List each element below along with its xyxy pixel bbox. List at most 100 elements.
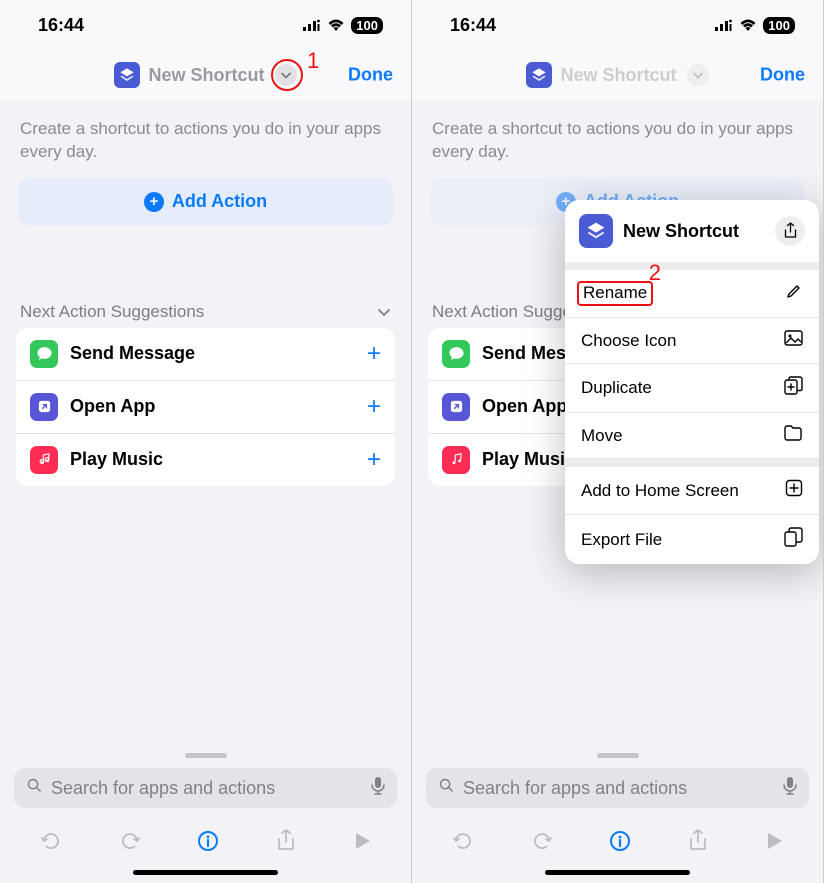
mic-icon[interactable] xyxy=(371,776,385,800)
bottom-sheet: Search for apps and actions xyxy=(0,753,411,883)
undo-button[interactable] xyxy=(451,829,475,853)
grabber-icon[interactable] xyxy=(597,753,639,758)
open-app-icon xyxy=(30,393,58,421)
phone-right: 16:44 100 New Shortcut Done Create a sho… xyxy=(412,0,824,883)
nav-bar: New Shortcut Done xyxy=(0,50,411,100)
callout-box-2: Rename xyxy=(577,281,653,306)
search-placeholder: Search for apps and actions xyxy=(463,778,687,799)
chevron-down-icon[interactable] xyxy=(275,64,297,86)
helper-text: Create a shortcut to actions you do in y… xyxy=(412,100,823,178)
home-indicator[interactable] xyxy=(545,870,690,875)
mic-icon[interactable] xyxy=(783,776,797,800)
chevron-down-icon xyxy=(377,302,391,322)
menu-home-screen[interactable]: Add to Home Screen xyxy=(565,467,819,515)
callout-number-1: 1 xyxy=(307,48,319,74)
plus-icon[interactable]: + xyxy=(367,446,381,474)
share-button[interactable] xyxy=(775,216,805,246)
menu-duplicate[interactable]: Duplicate xyxy=(565,364,819,413)
suggestion-send-message[interactable]: Send Message + xyxy=(16,328,395,381)
popover-title: New Shortcut xyxy=(623,221,765,242)
export-icon xyxy=(784,527,803,552)
add-action-label: Add Action xyxy=(172,191,267,212)
battery-icon: 100 xyxy=(351,17,383,34)
toolbar xyxy=(412,816,823,866)
search-icon xyxy=(26,777,43,799)
play-button[interactable] xyxy=(764,830,784,852)
menu-choose-icon[interactable]: Choose Icon xyxy=(565,318,819,364)
nav-bar: New Shortcut Done xyxy=(412,50,823,100)
suggestion-play-music[interactable]: Play Music + xyxy=(16,434,395,486)
nav-title-group[interactable]: New Shortcut xyxy=(526,62,708,88)
content-area: Create a shortcut to actions you do in y… xyxy=(0,100,411,883)
undo-button[interactable] xyxy=(39,829,63,853)
phone-left: 16:44 100 New Shortcut Done 1 Create a s… xyxy=(0,0,412,883)
suggestion-label: Play Music xyxy=(70,449,163,470)
menu-separator xyxy=(565,262,819,270)
plus-icon: + xyxy=(144,192,164,212)
shortcut-app-icon xyxy=(579,214,613,248)
search-icon xyxy=(438,777,455,799)
suggestion-label: Play Music xyxy=(482,449,575,470)
suggestions-header-label: Next Action Suggestions xyxy=(20,302,204,322)
info-button[interactable] xyxy=(608,829,632,853)
suggestions-list: Send Message + Open App + Play Music + xyxy=(16,328,395,486)
music-icon xyxy=(30,446,58,474)
messages-icon xyxy=(442,340,470,368)
shortcut-app-icon xyxy=(526,62,552,88)
image-icon xyxy=(784,330,803,351)
helper-text: Create a shortcut to actions you do in y… xyxy=(0,100,411,178)
toolbar xyxy=(0,816,411,866)
music-icon xyxy=(442,446,470,474)
content-area: Create a shortcut to actions you do in y… xyxy=(412,100,823,883)
signal-icon xyxy=(303,15,321,36)
status-right: 100 xyxy=(715,15,795,36)
play-button[interactable] xyxy=(352,830,372,852)
open-app-icon xyxy=(442,393,470,421)
context-menu-popover: New Shortcut Rename Choose Icon Duplicat… xyxy=(565,200,819,564)
suggestion-label: Open App xyxy=(482,396,567,417)
nav-title: New Shortcut xyxy=(148,65,264,86)
battery-icon: 100 xyxy=(763,17,795,34)
plus-icon[interactable]: + xyxy=(367,393,381,421)
redo-button[interactable] xyxy=(118,829,142,853)
search-input[interactable]: Search for apps and actions xyxy=(426,768,809,808)
status-bar: 16:44 100 xyxy=(0,0,411,50)
suggestion-label: Send Message xyxy=(70,343,195,364)
suggestion-open-app[interactable]: Open App + xyxy=(16,381,395,434)
chevron-down-icon[interactable] xyxy=(687,64,709,86)
pencil-icon xyxy=(785,282,803,305)
nav-title-group[interactable]: New Shortcut xyxy=(114,62,296,88)
wifi-icon xyxy=(739,19,757,32)
menu-rename[interactable]: Rename xyxy=(565,270,819,318)
search-placeholder: Search for apps and actions xyxy=(51,778,275,799)
home-indicator[interactable] xyxy=(133,870,278,875)
share-button[interactable] xyxy=(275,828,297,854)
time-label: 16:44 xyxy=(450,15,496,36)
done-button[interactable]: Done xyxy=(760,65,805,86)
done-button[interactable]: Done xyxy=(348,65,393,86)
folder-icon xyxy=(783,425,803,446)
info-button[interactable] xyxy=(196,829,220,853)
menu-export-file[interactable]: Export File xyxy=(565,515,819,564)
popover-header: New Shortcut xyxy=(565,200,819,262)
status-right: 100 xyxy=(303,15,383,36)
add-action-button[interactable]: + Add Action xyxy=(18,178,393,226)
status-bar: 16:44 100 xyxy=(412,0,823,50)
suggestions-header[interactable]: Next Action Suggestions xyxy=(20,302,391,322)
suggestion-label: Open App xyxy=(70,396,155,417)
time-label: 16:44 xyxy=(38,15,84,36)
search-input[interactable]: Search for apps and actions xyxy=(14,768,397,808)
messages-icon xyxy=(30,340,58,368)
redo-button[interactable] xyxy=(530,829,554,853)
signal-icon xyxy=(715,15,733,36)
plus-icon[interactable]: + xyxy=(367,340,381,368)
callout-number-2: 2 xyxy=(649,260,661,286)
duplicate-icon xyxy=(784,376,803,400)
bottom-sheet: Search for apps and actions xyxy=(412,753,823,883)
menu-move[interactable]: Move xyxy=(565,413,819,459)
shortcut-app-icon xyxy=(114,62,140,88)
share-button[interactable] xyxy=(687,828,709,854)
grabber-icon[interactable] xyxy=(185,753,227,758)
nav-title: New Shortcut xyxy=(560,65,676,86)
menu-separator xyxy=(565,459,819,467)
